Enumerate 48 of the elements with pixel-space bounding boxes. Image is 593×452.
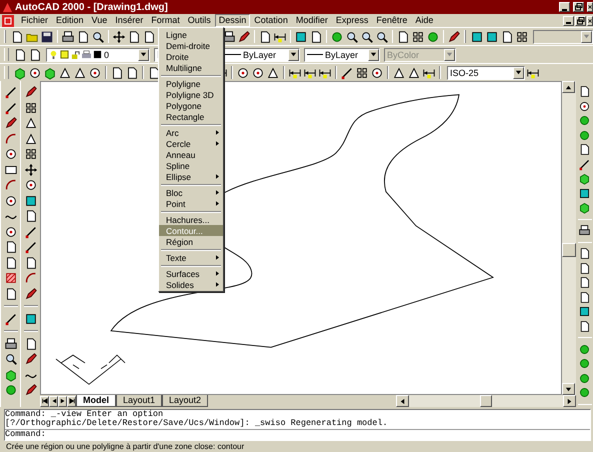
menu-item[interactable]: Ligne xyxy=(159,29,223,40)
window-title: AutoCAD 2000 - [Drawing1.dwg] xyxy=(15,2,168,12)
menu-item[interactable]: Point xyxy=(159,198,223,209)
layout-tab[interactable]: Layout2 xyxy=(162,395,208,407)
menu-item[interactable]: Edition xyxy=(52,14,88,27)
menu-item[interactable]: Multiligne xyxy=(159,62,223,73)
menu-item[interactable]: Région xyxy=(159,236,223,247)
menu-item[interactable]: Polyligne xyxy=(159,78,223,89)
command-history-line: Command: _-view Enter an option xyxy=(5,410,164,419)
command-history-line: [?/Orthographic/Delete/Restore/Save/Ucs/Window]: _swiso Regenerating model. xyxy=(5,419,389,428)
menu-item[interactable]: Aide xyxy=(411,14,438,27)
menu-item[interactable]: Insérer xyxy=(111,14,148,27)
menu-item[interactable]: Polygone xyxy=(159,100,223,111)
layer-name: 0 xyxy=(104,50,110,60)
lineweight-dropdown[interactable]: ByLayer xyxy=(304,48,380,62)
menu-item[interactable]: Ellipse xyxy=(159,171,223,182)
menu-item[interactable]: Solides xyxy=(159,279,223,290)
command-prompt[interactable]: Command: xyxy=(5,430,590,440)
menu-item[interactable]: Outils xyxy=(184,14,215,27)
menu-item[interactable]: Express xyxy=(332,14,372,27)
menu-item[interactable]: Vue xyxy=(88,14,112,27)
menu-item[interactable]: Modifier xyxy=(292,14,332,27)
plot-style-value: ByColor xyxy=(387,50,420,60)
menu-item[interactable]: Cercle xyxy=(159,138,223,149)
menu-item[interactable]: Droite xyxy=(159,51,223,62)
dimension-style-value: ISO-25 xyxy=(450,68,479,78)
menu-item[interactable]: Contour... xyxy=(159,225,223,236)
lineweight-value: ByLayer xyxy=(325,50,358,60)
layer-dropdown[interactable]: 0 xyxy=(46,48,150,62)
menu-item[interactable]: Cotation xyxy=(250,14,292,27)
menu-item[interactable]: Format xyxy=(147,14,184,27)
dimension-style-dropdown[interactable]: ISO-25 xyxy=(447,66,525,80)
layout-tab[interactable]: Layout1 xyxy=(116,395,162,407)
menu-item[interactable]: Bloc xyxy=(159,187,223,198)
menu-item[interactable]: Spline xyxy=(159,160,223,171)
menu-item[interactable]: Hachures... xyxy=(159,214,223,225)
status-message: Crée une région ou une polyligne à partir d'une zone close: contour xyxy=(5,441,246,452)
menu-item[interactable]: Surfaces xyxy=(159,268,223,279)
linetype-value: ByLayer xyxy=(242,50,276,60)
menu-item[interactable]: Dessin xyxy=(214,14,250,27)
menu-item[interactable]: Texte xyxy=(159,252,223,263)
layout-tab[interactable]: Model xyxy=(76,395,116,407)
menu-item[interactable]: Anneau xyxy=(159,149,223,160)
menu-item[interactable]: Rectangle xyxy=(159,111,223,122)
menu-item[interactable]: Fenêtre xyxy=(372,14,412,27)
menu-item[interactable]: Arc xyxy=(159,127,223,138)
menu-item[interactable]: Fichier xyxy=(17,14,52,27)
menu-item[interactable]: Polyligne 3D xyxy=(159,89,223,100)
